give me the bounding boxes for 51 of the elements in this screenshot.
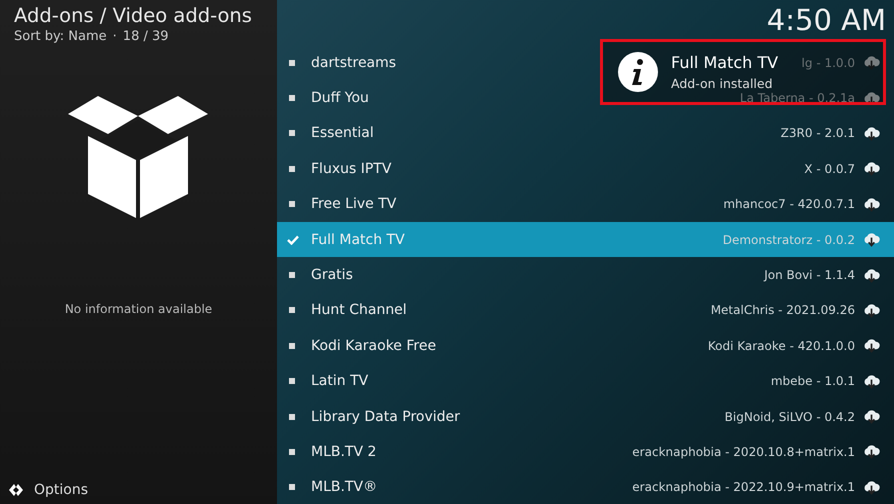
cloud-download-icon — [863, 409, 880, 424]
cloud-download-icon — [863, 90, 880, 106]
cloud-download-icon — [863, 161, 880, 176]
cloud-download-icon — [863, 126, 880, 141]
addon-name[interactable]: Duff You — [311, 90, 369, 106]
addon-author-version: Demonstratorz - 0.0.2 — [722, 232, 855, 247]
addon-name[interactable]: dartstreams — [311, 54, 396, 71]
addon-name[interactable]: Library Data Provider — [311, 408, 460, 425]
addon-author-version: BigNoid, SiLVO - 0.4.2 — [724, 410, 855, 424]
addon-author-version: eracknaphobia - 2020.10.8+matrix.1 — [632, 444, 855, 459]
cloud-download-icon — [863, 338, 880, 354]
cloud-download-icon — [863, 302, 880, 318]
addon-name[interactable]: MLB.TV® — [311, 479, 378, 496]
box-icon — [68, 96, 208, 218]
cloud-download-icon — [863, 196, 880, 212]
addon-author-version: La Taberna - 0.2.1a — [740, 91, 855, 106]
addon-author-version: MetalChris - 2021.09.26 — [710, 303, 855, 318]
addon-author-version: lg - 1.0.0 — [802, 56, 855, 70]
addon-name: Full Match TV — [311, 232, 405, 248]
addon-name[interactable]: Free Live TV — [311, 196, 396, 212]
addon-author-version: Kodi Karaoke - 420.1.0.0 — [708, 338, 855, 353]
addon-author-version: X - 0.0.7 — [804, 162, 855, 176]
addon-author-version: mbebe - 1.0.1 — [770, 374, 855, 388]
addon-name[interactable]: Essential — [311, 125, 374, 142]
sort-label: Sort by: Name — [14, 29, 107, 44]
separator-dot: · — [112, 29, 117, 44]
notification-message: Add-on installed — [671, 76, 774, 91]
notification-title: Full Match TV — [671, 53, 778, 72]
cloud-download-icon — [863, 232, 880, 248]
options-icon — [8, 482, 24, 498]
page-title: Add-ons / Video add-ons — [14, 3, 253, 29]
info-message: No information available — [64, 302, 214, 316]
addon-name[interactable]: Gratis — [311, 267, 353, 284]
addon-author-version: mhancoc7 - 420.0.7.1 — [723, 197, 855, 212]
addon-author-version: eracknaphobia - 2022.10.9+matrix.1 — [632, 480, 855, 494]
cloud-download-icon — [863, 268, 880, 283]
cloud-download-icon — [863, 55, 880, 70]
addon-name[interactable]: Fluxus IPTV — [311, 160, 392, 177]
addon-name[interactable]: MLB.TV 2 — [311, 444, 376, 460]
addon-name[interactable]: Hunt Channel — [311, 302, 407, 318]
options-button[interactable]: Options — [4, 479, 92, 502]
cloud-download-icon — [863, 444, 880, 460]
addon-author-version: Z3R0 - 2.0.1 — [780, 126, 855, 140]
addon-name[interactable]: Latin TV — [311, 373, 368, 390]
addon-author-version: Jon Bovi - 1.1.4 — [764, 268, 855, 282]
info-icon — [617, 51, 659, 93]
cloud-download-icon — [863, 374, 880, 389]
clock: 4:50 AM — [766, 2, 887, 39]
item-counter: 18 / 39 — [122, 29, 169, 44]
cloud-download-icon — [863, 480, 880, 495]
addon-name[interactable]: Kodi Karaoke Free — [311, 338, 436, 354]
